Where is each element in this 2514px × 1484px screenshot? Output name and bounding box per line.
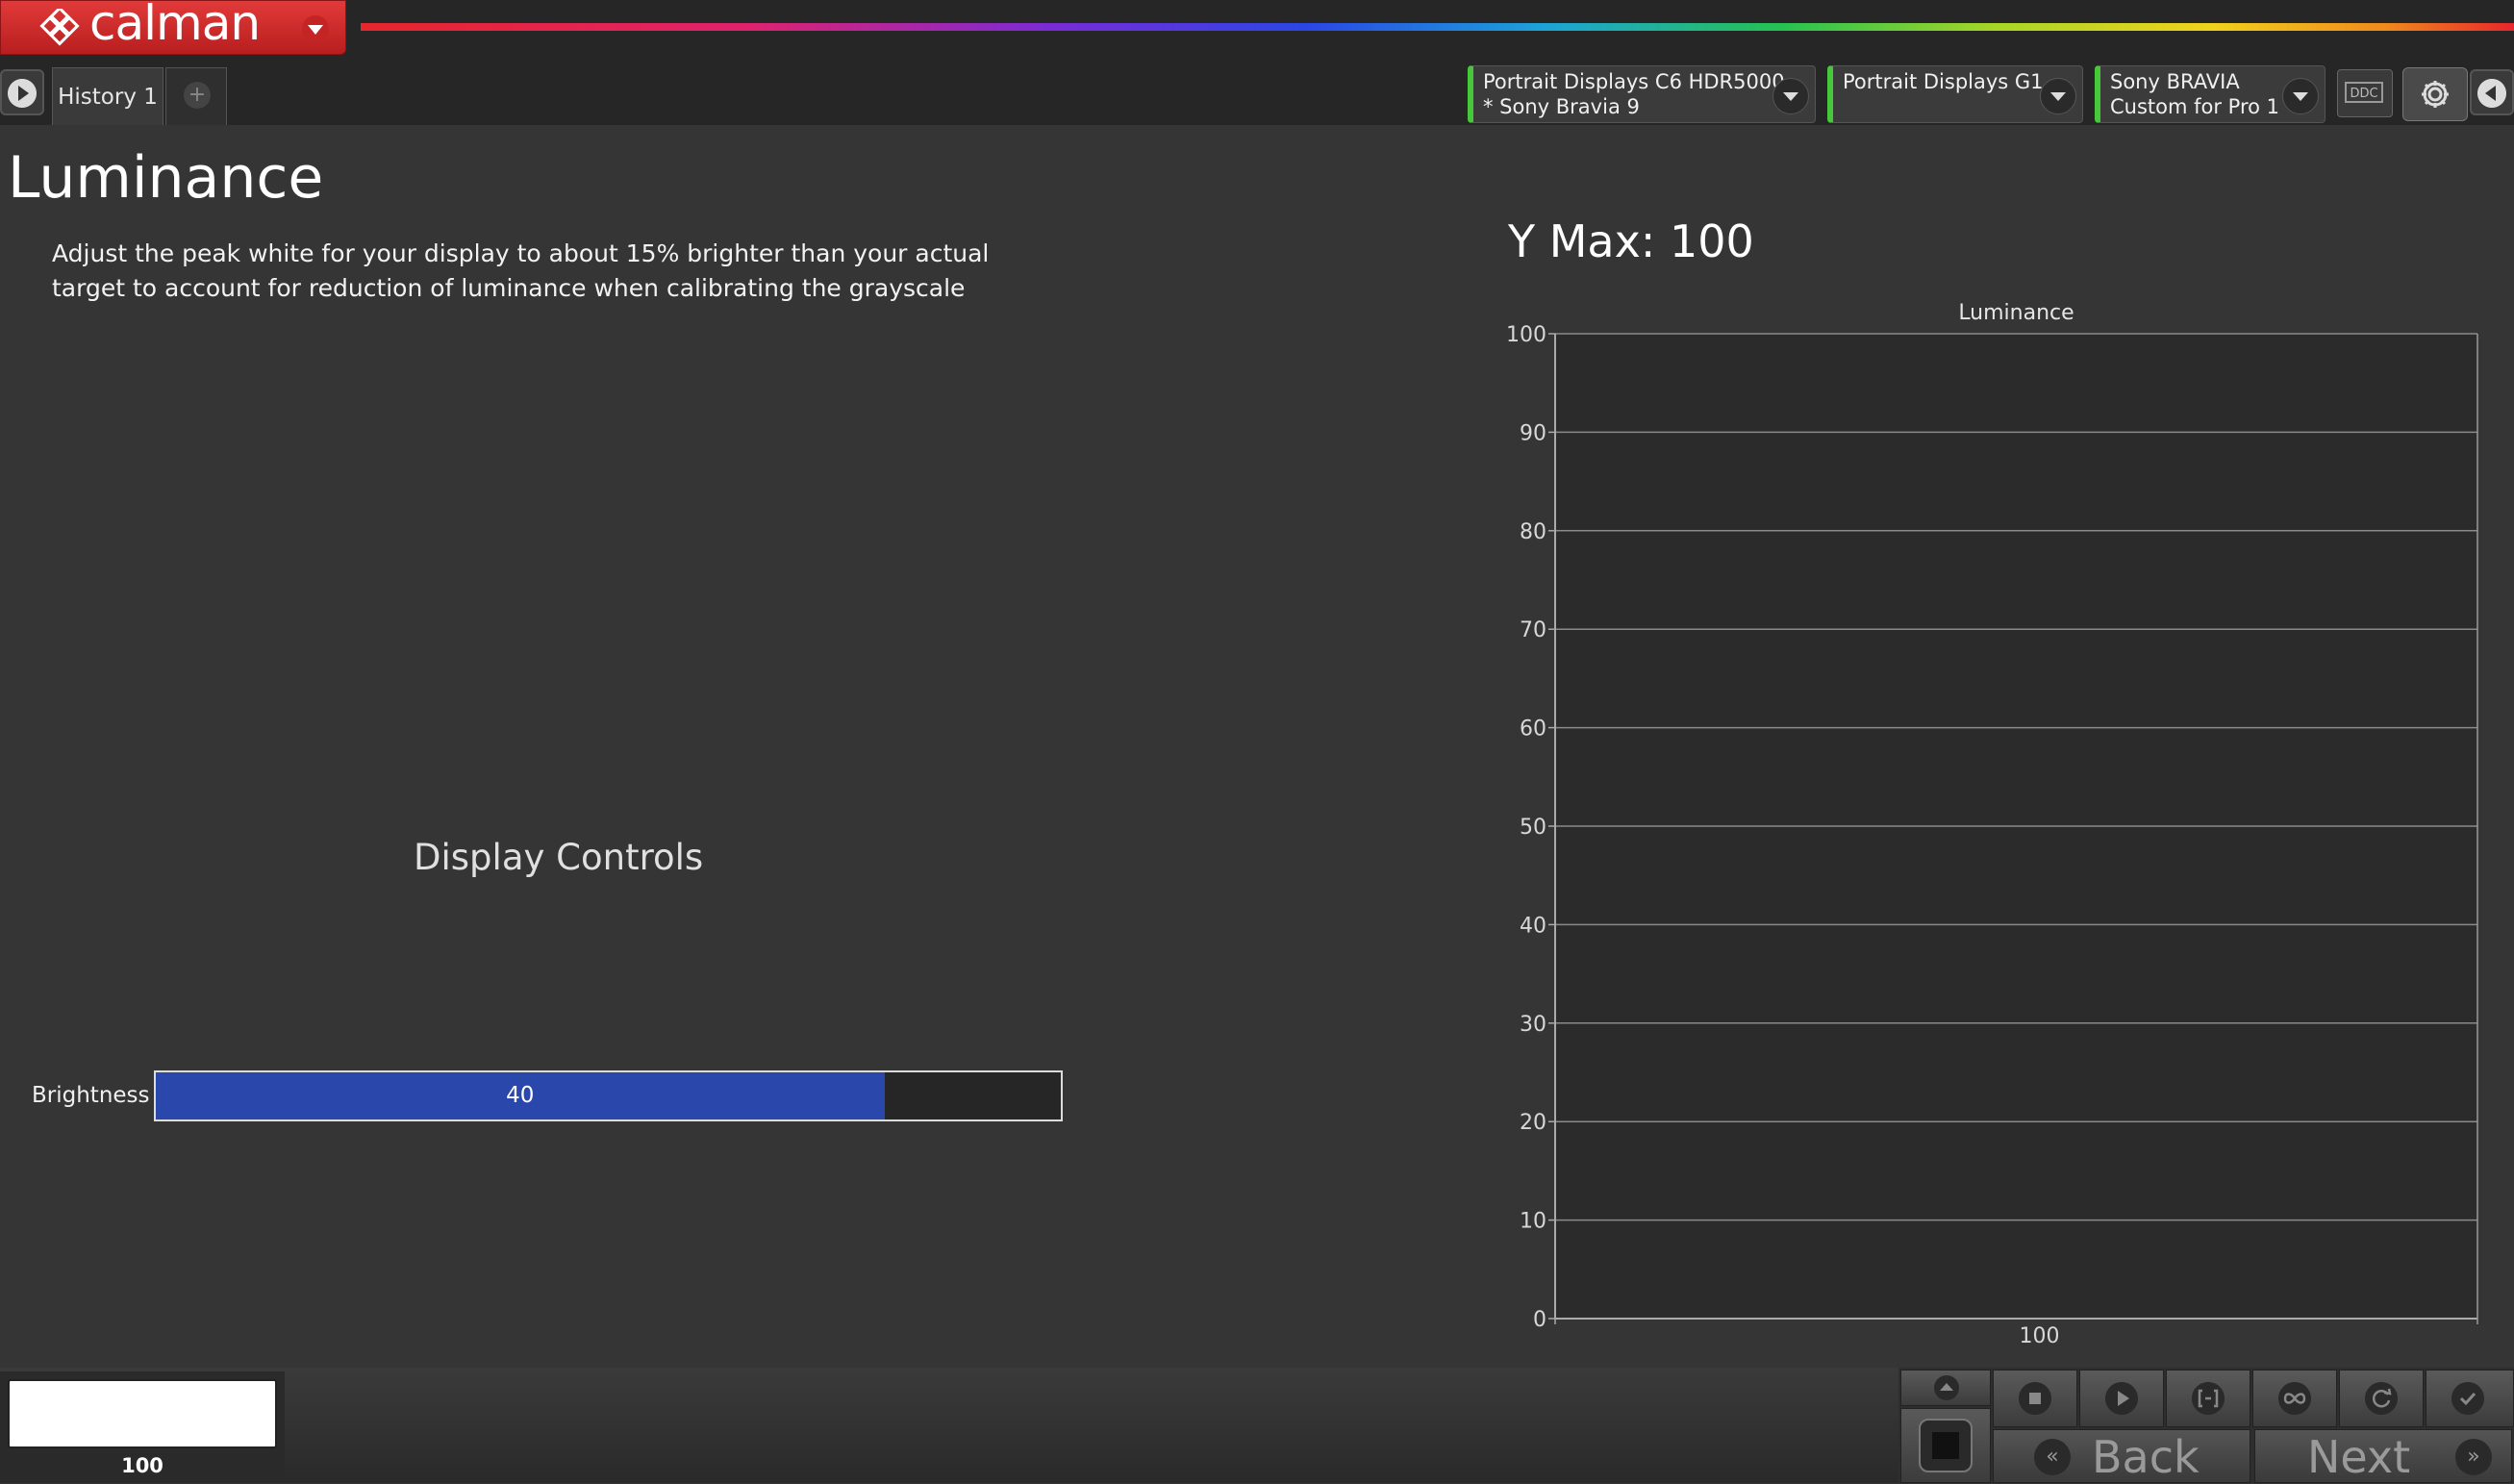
play-button[interactable]	[2079, 1370, 2164, 1427]
brightness-label: Brightness	[32, 1083, 150, 1108]
calman-logo-button[interactable]: calman	[0, 0, 346, 55]
play-right-icon	[8, 79, 37, 108]
chevron-down-icon[interactable]	[297, 14, 334, 43]
brightness-slider[interactable]: 40	[154, 1070, 1063, 1121]
y-tick-label: 30	[1520, 1013, 1546, 1037]
device-pattern-generator-selector[interactable]: Portrait Displays G1	[1827, 65, 2083, 123]
page-title: Luminance	[8, 144, 324, 212]
eject-up-icon	[1934, 1375, 1959, 1400]
app-name: calman	[89, 0, 261, 51]
y-tick-label: 20	[1520, 1111, 1546, 1135]
checkmark-icon	[2451, 1382, 2484, 1415]
device-line2: Custom for Pro 1	[2110, 95, 2280, 118]
ymax-readout: Y Max: 100	[1508, 215, 1754, 267]
pattern-swatch[interactable]	[8, 1379, 277, 1448]
confirm-button[interactable]	[2426, 1370, 2514, 1427]
chevron-down-icon[interactable]	[1772, 78, 1809, 114]
gear-icon	[2422, 81, 2449, 108]
y-tick-label: 10	[1520, 1210, 1546, 1234]
play-icon	[2105, 1382, 2138, 1415]
x-tick-label: 100	[2020, 1324, 2060, 1348]
double-chevron-left-icon: «	[2034, 1439, 2071, 1475]
device-line1: Portrait Displays G1	[1843, 70, 2044, 93]
ddc-button[interactable]: DDC	[2337, 69, 2393, 117]
display-controls-heading: Display Controls	[414, 837, 704, 878]
instruction-text: Adjust the peak white for your display t…	[52, 239, 990, 302]
y-tick-label: 40	[1520, 914, 1546, 938]
next-label: Next	[2307, 1431, 2411, 1483]
double-chevron-right-icon: »	[2455, 1439, 2492, 1475]
y-tick-label: 100	[1506, 323, 1546, 347]
refresh-icon	[2365, 1382, 2398, 1415]
device-line1: Sony BRAVIA	[2110, 70, 2240, 93]
luminance-chart: Luminance 0 10 20 30 40 50 60 70 80 90 100 100	[1506, 301, 2478, 1348]
pattern-swatch-label: 100	[121, 1454, 163, 1477]
next-button[interactable]: Next »	[2254, 1429, 2512, 1483]
bracket-icon	[2192, 1382, 2225, 1415]
infinity-icon	[2278, 1382, 2311, 1415]
expand-left-button[interactable]	[0, 69, 44, 115]
play-left-icon	[2477, 79, 2506, 108]
y-tick-label: 50	[1520, 816, 1546, 840]
stop-measurement-button[interactable]	[1900, 1408, 1991, 1483]
continuous-read-button[interactable]	[2252, 1370, 2337, 1427]
brightness-value: 40	[506, 1083, 535, 1108]
expand-up-button[interactable]	[1900, 1370, 1991, 1406]
device-meter-selector[interactable]: Portrait Displays C6 HDR5000 * Sony Brav…	[1468, 65, 1816, 123]
collapse-right-button[interactable]	[2470, 69, 2514, 115]
settings-button[interactable]	[2402, 67, 2468, 121]
back-button[interactable]: « Back	[1993, 1429, 2250, 1483]
refresh-button[interactable]	[2339, 1370, 2424, 1427]
y-tick-label: 80	[1520, 520, 1546, 544]
y-tick-label: 90	[1520, 421, 1546, 445]
stop-icon	[1932, 1432, 1959, 1459]
y-tick-label: 60	[1520, 717, 1546, 742]
calman-logo-icon	[39, 9, 80, 46]
plus-icon: +	[184, 82, 211, 109]
add-tab-button[interactable]: +	[165, 67, 227, 125]
progress-rainbow-bar	[361, 23, 2514, 31]
chevron-down-icon[interactable]	[2040, 78, 2076, 114]
device-display-selector[interactable]: Sony BRAVIA Custom for Pro 1	[2095, 65, 2325, 123]
chart-title: Luminance	[1958, 301, 2074, 325]
stop-button[interactable]	[1993, 1370, 2077, 1427]
y-tick-label: 0	[1533, 1308, 1546, 1332]
device-line1: Portrait Displays C6 HDR5000	[1483, 70, 1785, 93]
chevron-down-icon[interactable]	[2282, 78, 2319, 114]
back-label: Back	[2092, 1431, 2200, 1483]
device-line2: * Sony Bravia 9	[1483, 95, 1640, 118]
tab-history-1[interactable]: History 1	[52, 67, 163, 125]
stop-icon	[2019, 1382, 2051, 1415]
read-series-button[interactable]	[2166, 1370, 2250, 1427]
y-tick-label: 70	[1520, 618, 1546, 642]
ddc-icon: DDC	[2345, 82, 2383, 103]
